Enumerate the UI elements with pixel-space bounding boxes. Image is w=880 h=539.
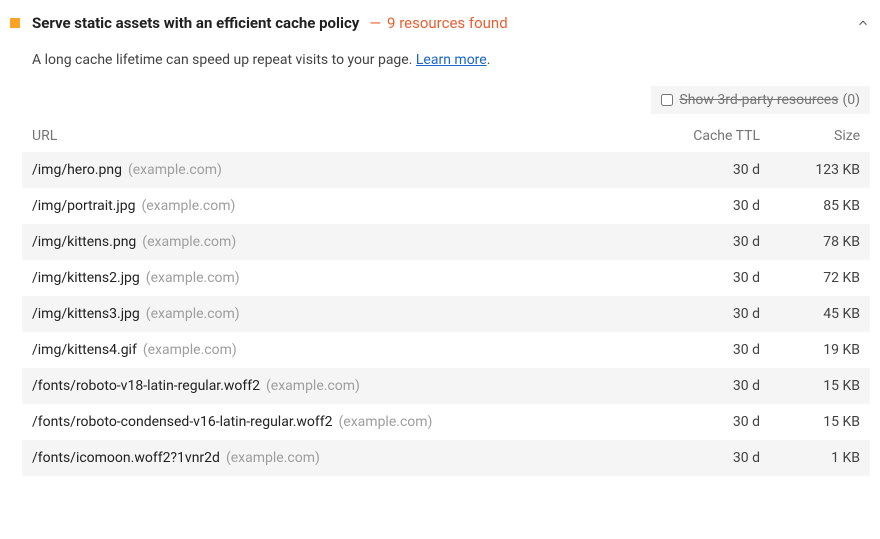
cell-url: /img/kittens2.jpg (example.com) bbox=[32, 270, 640, 286]
third-party-checkbox[interactable] bbox=[661, 94, 673, 106]
url-host: (example.com) bbox=[146, 270, 240, 286]
table-row: /fonts/icomoon.woff2?1vnr2d (example.com)… bbox=[22, 440, 870, 476]
table-row: /img/kittens.png (example.com) 30 d78 KB bbox=[22, 224, 870, 260]
cell-url: /fonts/icomoon.woff2?1vnr2d (example.com) bbox=[32, 450, 640, 466]
cell-size: 78 KB bbox=[760, 234, 860, 250]
table-body: /img/hero.png(example.com)30 d123 KB/img… bbox=[22, 152, 870, 476]
url-path: /img/portrait.jpg bbox=[32, 198, 135, 214]
third-party-toggle[interactable]: Show 3rd-party resources (0) bbox=[651, 86, 870, 114]
url-host: (example.com) bbox=[143, 342, 237, 358]
cell-size: 19 KB bbox=[760, 342, 860, 358]
cell-url: /img/kittens4.gif (example.com) bbox=[32, 342, 640, 358]
table-row: /img/kittens3.jpg (example.com) 30 d45 KB bbox=[22, 296, 870, 332]
table-row: /img/portrait.jpg (example.com) 30 d85 KB bbox=[22, 188, 870, 224]
cell-url: /img/hero.png (example.com) bbox=[32, 162, 640, 178]
cell-ttl: 30 d bbox=[640, 450, 760, 466]
cell-url: /fonts/roboto-v18-latin-regular.woff2 (ex… bbox=[32, 378, 640, 394]
url-host: (example.com) bbox=[266, 378, 360, 394]
cell-ttl: 30 d bbox=[640, 342, 760, 358]
url-path: /img/hero.png bbox=[32, 162, 122, 178]
third-party-label: Show 3rd-party resources bbox=[679, 92, 838, 108]
status-indicator-icon bbox=[10, 18, 20, 28]
resources-table: URL Cache TTL Size /img/hero.png (example… bbox=[0, 120, 880, 486]
url-host: (example.com) bbox=[146, 306, 240, 322]
cell-url: /img/kittens3.jpg (example.com) bbox=[32, 306, 640, 322]
column-url: URL bbox=[32, 128, 640, 144]
description-text: A long cache lifetime can speed up repea… bbox=[32, 52, 416, 68]
url-host: (example.com) bbox=[141, 198, 235, 214]
url-host: (example.com) bbox=[142, 234, 236, 250]
cell-size: 85 KB bbox=[760, 198, 860, 214]
cell-size: 15 KB bbox=[760, 414, 860, 430]
chevron-up-icon bbox=[856, 16, 870, 30]
cell-url: /img/kittens.png (example.com) bbox=[32, 234, 640, 250]
url-path: /img/kittens4.gif bbox=[32, 342, 137, 358]
cell-ttl: 30 d bbox=[640, 306, 760, 322]
cell-ttl: 30 d bbox=[640, 414, 760, 430]
url-host: (example.com) bbox=[339, 414, 433, 430]
url-path: /img/kittens2.jpg bbox=[32, 270, 140, 286]
cell-size: 15 KB bbox=[760, 378, 860, 394]
cell-url: /img/portrait.jpg (example.com) bbox=[32, 198, 640, 214]
column-size: Size bbox=[760, 128, 860, 144]
cell-url: /fonts/roboto-condensed-v16-latin-regula… bbox=[32, 414, 640, 430]
url-path: /fonts/icomoon.woff2?1vnr2d bbox=[32, 450, 220, 466]
table-row: /fonts/roboto-condensed-v16-latin-regula… bbox=[22, 404, 870, 440]
cell-ttl: 30 d bbox=[640, 198, 760, 214]
audit-panel: Serve static assets with an efficient ca… bbox=[0, 0, 880, 486]
separator-dash: — bbox=[369, 14, 381, 32]
audit-header[interactable]: Serve static assets with an efficient ca… bbox=[0, 8, 880, 38]
cell-ttl: 30 d bbox=[640, 270, 760, 286]
description-post: . bbox=[487, 52, 491, 68]
table-row: /img/kittens4.gif (example.com) 30 d19 KB bbox=[22, 332, 870, 368]
cell-size: 45 KB bbox=[760, 306, 860, 322]
cell-size: 123 KB bbox=[760, 162, 860, 178]
cell-ttl: 30 d bbox=[640, 234, 760, 250]
cell-size: 1 KB bbox=[760, 450, 860, 466]
url-path: /img/kittens.png bbox=[32, 234, 136, 250]
url-path: /fonts/roboto-condensed-v16-latin-regula… bbox=[32, 414, 333, 430]
url-host: (example.com) bbox=[128, 162, 222, 178]
third-party-count: (0) bbox=[842, 92, 860, 108]
table-row: /fonts/roboto-v18-latin-regular.woff2 (ex… bbox=[22, 368, 870, 404]
url-path: /fonts/roboto-v18-latin-regular.woff2 bbox=[32, 378, 260, 394]
url-path: /img/kittens3.jpg bbox=[32, 306, 140, 322]
audit-description: A long cache lifetime can speed up repea… bbox=[0, 38, 880, 82]
table-row: /img/hero.png (example.com) 30 d123 KB bbox=[22, 152, 870, 188]
audit-title: Serve static assets with an efficient ca… bbox=[32, 14, 359, 32]
table-header: URL Cache TTL Size bbox=[22, 120, 870, 152]
column-ttl: Cache TTL bbox=[640, 128, 760, 144]
learn-more-link[interactable]: Learn more bbox=[416, 52, 487, 68]
cell-ttl: 30 d bbox=[640, 378, 760, 394]
cell-size: 72 KB bbox=[760, 270, 860, 286]
result-count: 9 resources found bbox=[387, 14, 508, 32]
table-row: /img/kittens2.jpg (example.com) 30 d72 KB bbox=[22, 260, 870, 296]
third-party-toggle-row: Show 3rd-party resources (0) bbox=[0, 82, 880, 120]
url-host: (example.com) bbox=[226, 450, 320, 466]
cell-ttl: 30 d bbox=[640, 162, 760, 178]
